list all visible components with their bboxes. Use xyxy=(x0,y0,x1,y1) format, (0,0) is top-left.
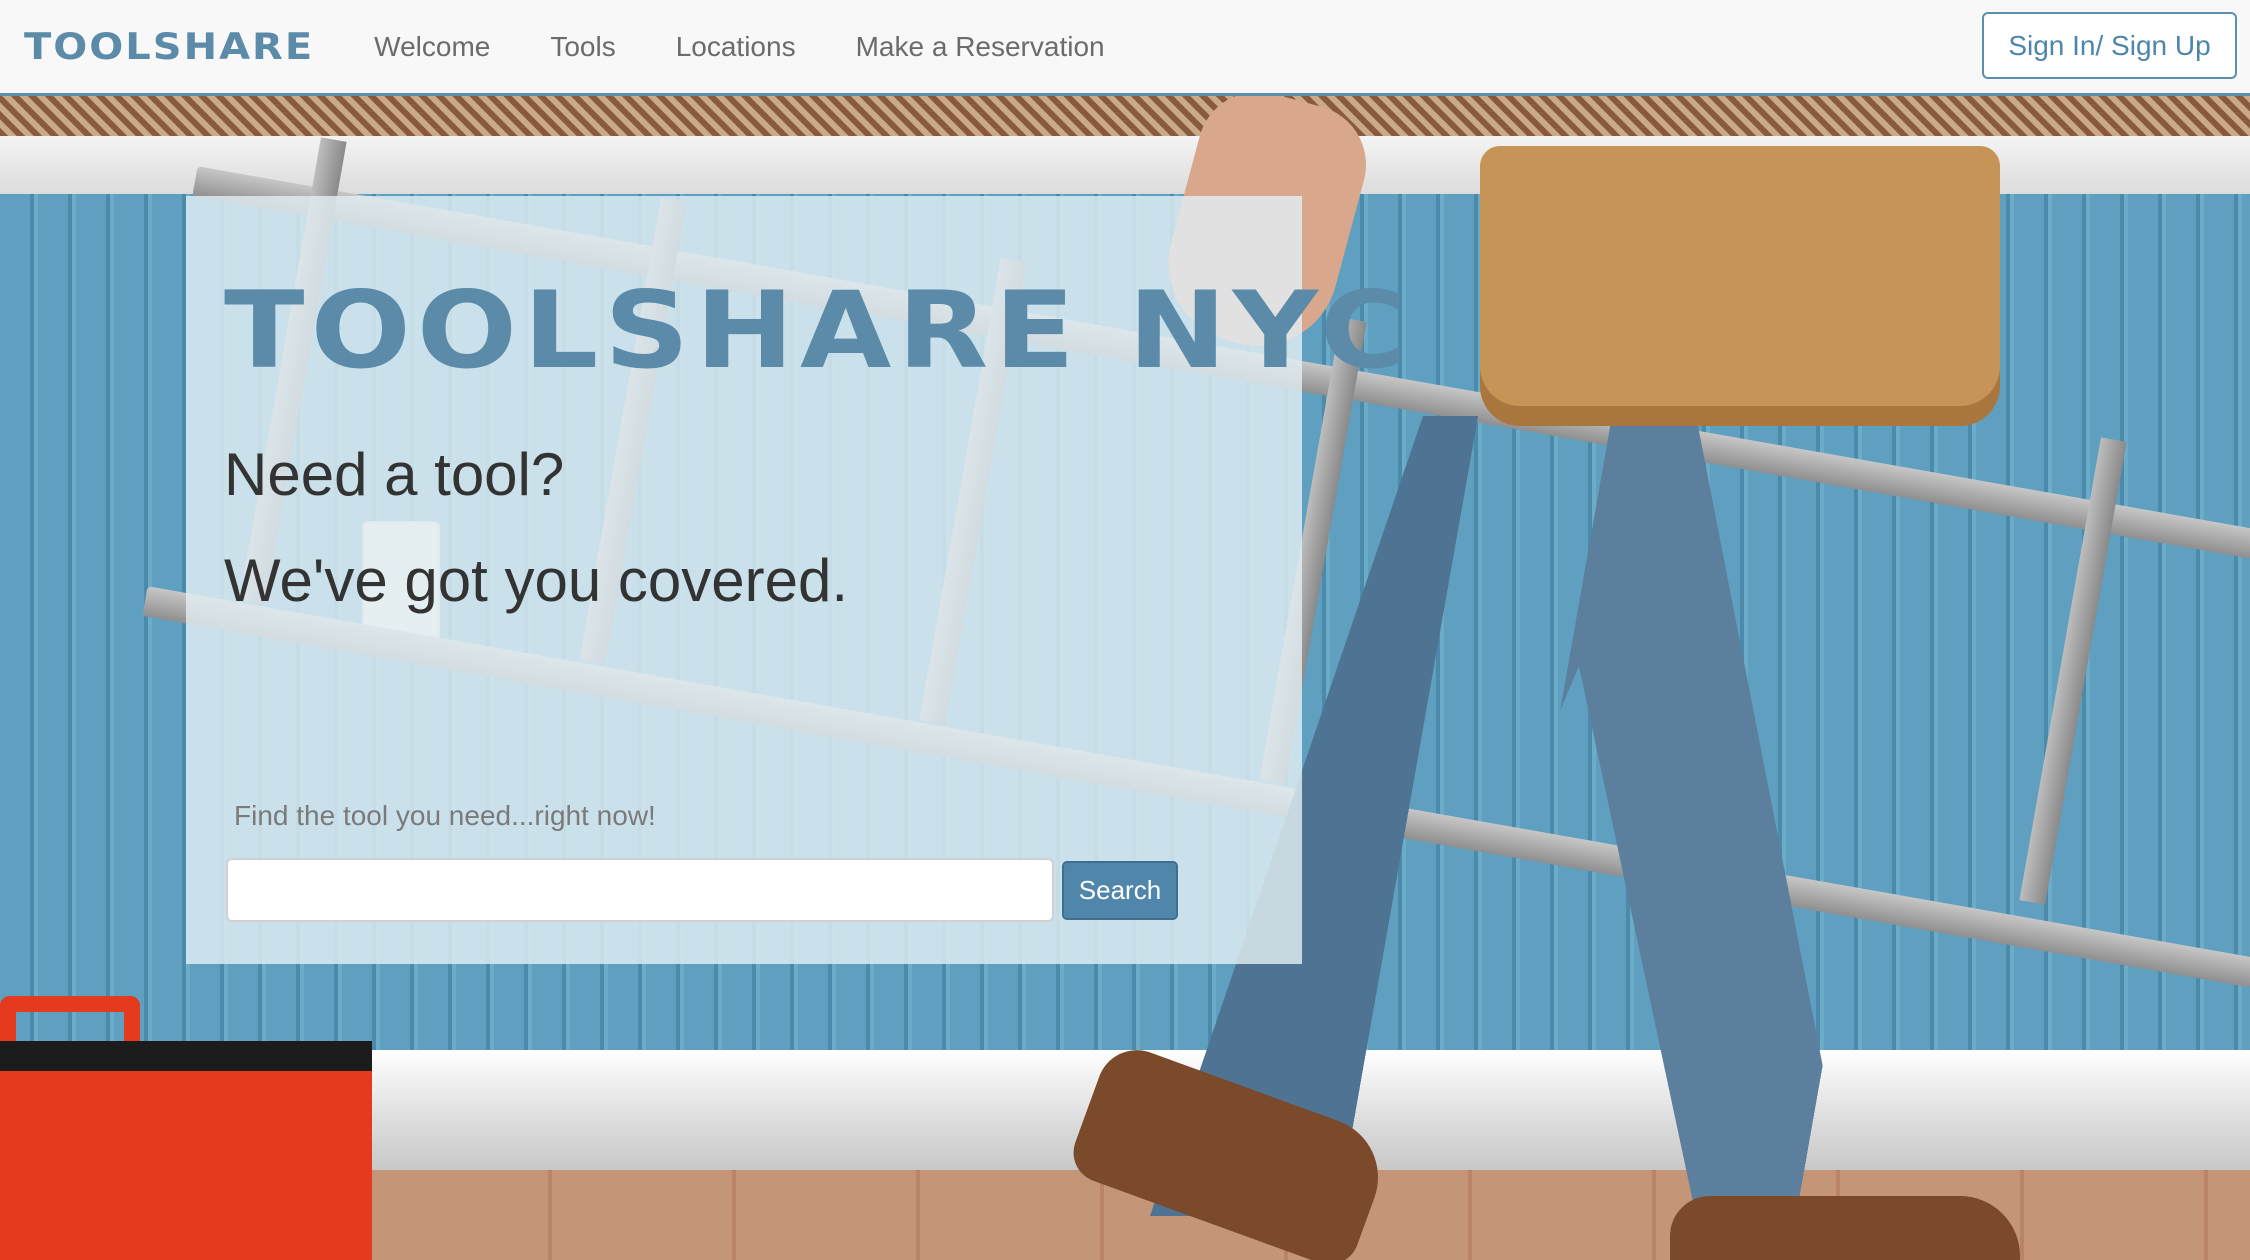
nav-link-make-reservation[interactable]: Make a Reservation xyxy=(856,31,1105,63)
wallpaper-border xyxy=(0,96,2250,136)
nav-links: Welcome Tools Locations Make a Reservati… xyxy=(374,31,1164,63)
nav-link-locations[interactable]: Locations xyxy=(676,31,796,63)
search-button[interactable]: Search xyxy=(1062,861,1178,920)
hero-tagline-need-tool: Need a tool? xyxy=(224,441,565,508)
worker-shoe xyxy=(1670,1196,2020,1260)
top-navbar: TOOLSHARE Welcome Tools Locations Make a… xyxy=(0,0,2250,96)
brand-logo[interactable]: TOOLSHARE xyxy=(24,25,314,67)
hero-title: TOOLSHARE NYC xyxy=(224,268,1413,393)
hero-panel: TOOLSHARE NYC Need a tool? We've got you… xyxy=(186,196,1407,964)
nav-link-welcome[interactable]: Welcome xyxy=(374,31,490,63)
tool-belt xyxy=(1480,146,2000,426)
search-label: Find the tool you need...right now! xyxy=(234,800,656,831)
nav-link-tools[interactable]: Tools xyxy=(550,31,615,63)
hero-tagline-covered: We've got you covered. xyxy=(224,547,849,614)
search-input[interactable] xyxy=(226,858,1054,922)
sign-in-sign-up-button[interactable]: Sign In/ Sign Up xyxy=(1982,12,2237,79)
red-toolbox xyxy=(0,1041,372,1260)
